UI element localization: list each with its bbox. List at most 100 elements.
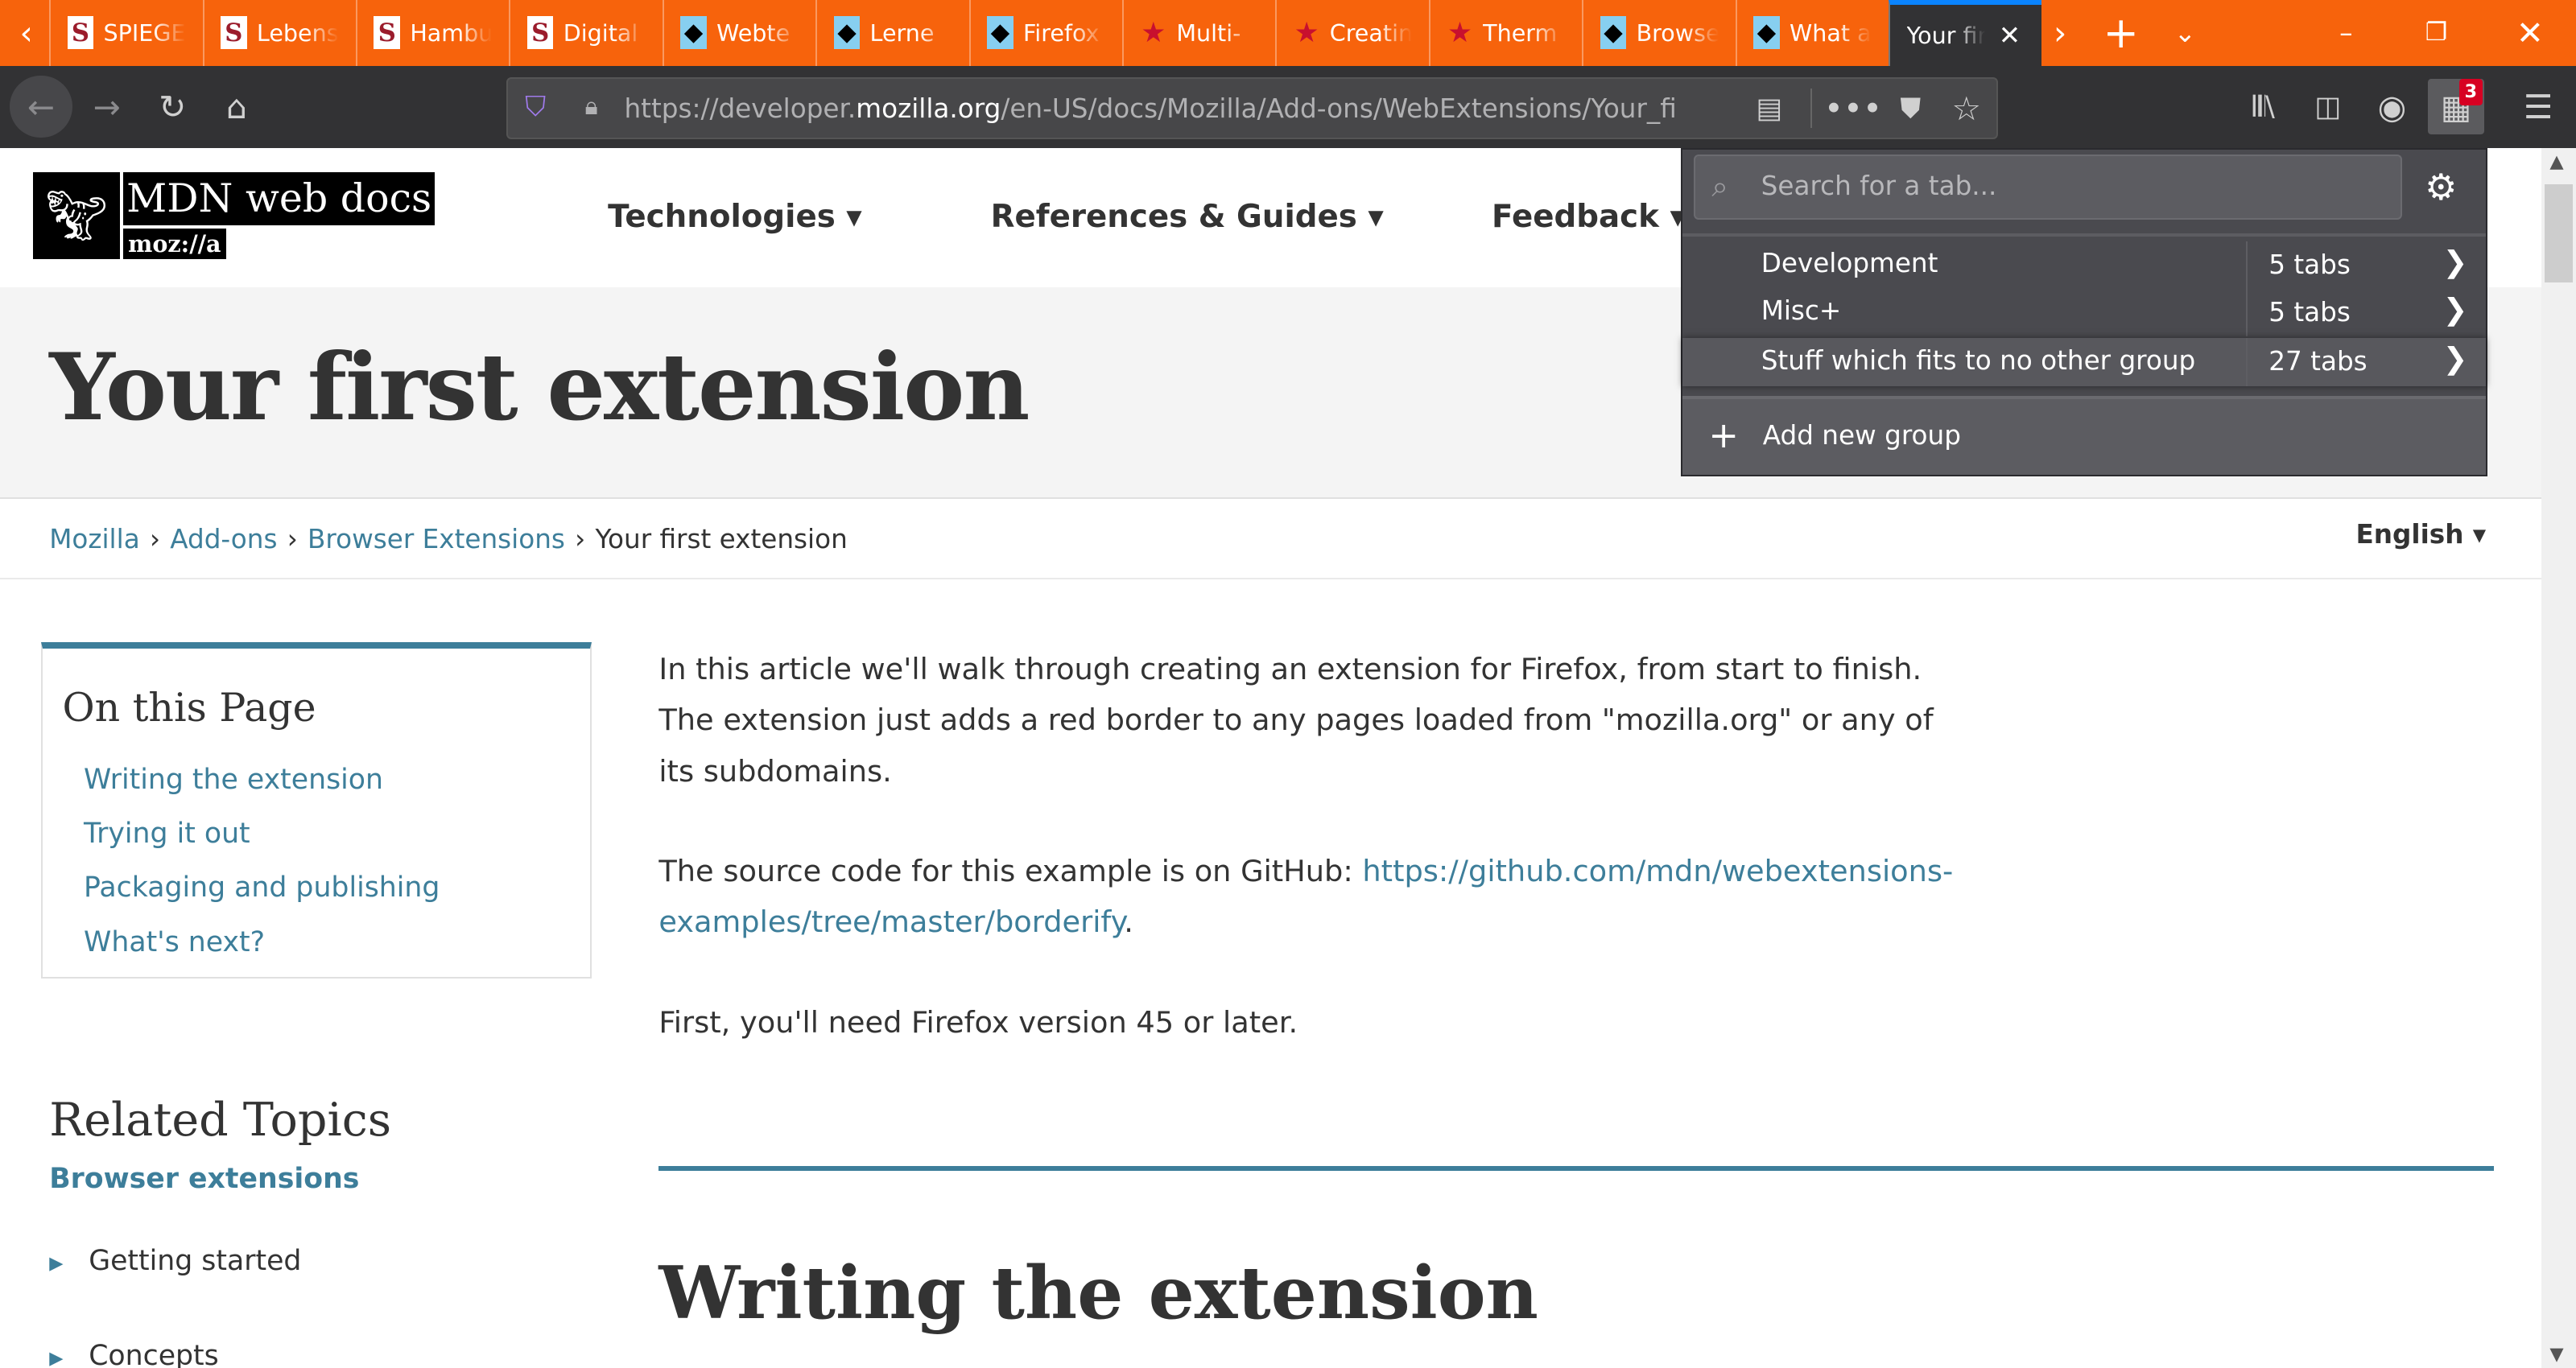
page-actions-icon[interactable]: •••	[1824, 89, 1882, 128]
page-scrollbar[interactable]: ▲ ▼	[2541, 147, 2576, 1368]
mozilla-wordmark: moz://a	[123, 228, 226, 260]
search-icon: ⌕	[1711, 169, 1728, 204]
mdn-icon: ◆	[1600, 16, 1627, 50]
chevron-right-icon[interactable]: ❯	[2443, 245, 2468, 279]
back-button[interactable]: ←	[10, 75, 72, 138]
related-item-getting-started[interactable]: Getting started	[89, 1245, 301, 1277]
browser-tab[interactable]: ◆ Lerne	[815, 0, 968, 66]
tab-title: Lebens	[256, 19, 339, 47]
navigation-toolbar: ← → ↻ ⌂ ⛉ 🔒︎ https://developer.mozilla.o…	[0, 65, 2576, 148]
browser-tab[interactable]: ★ Multi-	[1122, 0, 1275, 66]
star-icon: ★	[1294, 16, 1319, 49]
section-divider	[658, 1165, 2494, 1171]
spiegel-icon: S	[374, 16, 401, 50]
url-text[interactable]: https://developer.mozilla.org/en-US/docs…	[624, 93, 1675, 124]
tab-bar: ‹ S SPIEGEL S Lebens S Hambu S Digital ◆ Webte ◆ Le…	[0, 0, 2576, 66]
group-name: Stuff which fits to no other group	[1761, 344, 2196, 376]
browser-window: ‹ S SPIEGEL S Lebens S Hambu S Digital ◆ Webte ◆ Le…	[0, 0, 2576, 1368]
scrollbar-thumb[interactable]	[2545, 183, 2573, 282]
breadcrumb-mozilla[interactable]: Mozilla	[49, 524, 139, 554]
reader-view-icon[interactable]: ▤	[1749, 89, 1789, 128]
section-heading: Writing the extension	[658, 1251, 1538, 1337]
browser-tab[interactable]: S Digital	[509, 0, 662, 66]
new-tab-button[interactable]: +	[2099, 0, 2142, 66]
chevron-right-icon[interactable]: ❯	[2443, 341, 2468, 376]
close-tab-icon[interactable]: ✕	[1999, 20, 2021, 51]
tab-title: Therm	[1483, 19, 1558, 47]
nav-feedback[interactable]: Feedback ▾	[1492, 199, 1686, 235]
related-browser-extensions-link[interactable]: Browser extensions	[49, 1163, 359, 1195]
browser-tab[interactable]: ★ Creatin	[1275, 0, 1428, 66]
add-new-group-label: Add new group	[1762, 420, 1961, 451]
group-item-misc[interactable]: Misc+ 5 tabs ❯	[1682, 289, 2486, 337]
group-item-development[interactable]: Development 5 tabs ❯	[1682, 241, 2486, 290]
period: .	[1124, 904, 1133, 940]
language-selector[interactable]: English ▾	[2356, 519, 2487, 550]
bookmark-star-icon[interactable]: ☆	[1946, 89, 1986, 128]
scroll-tabs-left-icon[interactable]: ‹	[8, 0, 44, 66]
group-tab-count: 27 tabs	[2245, 338, 2368, 386]
nav-references-guides[interactable]: References & Guides ▾	[991, 199, 1384, 235]
reload-button[interactable]: ↻	[151, 85, 194, 128]
toc-link[interactable]: Trying it out	[84, 818, 250, 850]
account-icon[interactable]: ◉	[2372, 85, 2412, 128]
star-icon: ★	[1447, 16, 1473, 49]
mdn-logo[interactable]: 🦖︎ MDN web docs moz://a	[32, 172, 436, 260]
tab-search-box[interactable]: ⌕	[1694, 154, 2402, 220]
breadcrumb-browser-extensions[interactable]: Browser Extensions	[308, 524, 565, 554]
scroll-down-icon[interactable]: ▼	[2549, 1344, 2563, 1365]
toc-link[interactable]: Writing the extension	[84, 764, 383, 796]
browser-tab[interactable]: ◆ Webte	[662, 0, 815, 66]
mdn-icon: ◆	[680, 16, 707, 50]
home-button[interactable]: ⌂	[215, 85, 258, 128]
browser-tab[interactable]: Your fir ✕	[1889, 0, 2041, 66]
restore-button[interactable]: ❐	[2412, 0, 2461, 66]
chevron-right-icon[interactable]: ❯	[2443, 292, 2468, 327]
star-icon: ★	[1141, 16, 1166, 49]
settings-gear-icon[interactable]: ⚙	[2425, 166, 2457, 208]
group-tab-count: 5 tabs	[2245, 289, 2351, 337]
tracking-protection-shield-icon[interactable]: ⛉	[518, 89, 554, 125]
tab-groups-badge: 3	[2459, 78, 2483, 105]
tab-search-input[interactable]	[1757, 169, 2389, 204]
tab-title: Lerne	[869, 19, 935, 47]
scroll-tabs-right-icon[interactable]: ›	[2042, 0, 2079, 66]
minimize-button[interactable]: –	[2322, 0, 2371, 66]
forward-button[interactable]: →	[85, 85, 128, 128]
browser-tab[interactable]: ★ Therm	[1428, 0, 1582, 66]
nav-technologies[interactable]: Technologies ▾	[608, 199, 862, 235]
tab-groups-popup: ⌕ ⚙ Development 5 tabs ❯ Misc+ 5 tabs ❯ …	[1680, 147, 2487, 476]
scroll-up-icon[interactable]: ▲	[2549, 151, 2563, 172]
toc-link[interactable]: Packaging and publishing	[84, 871, 440, 904]
group-item-stuff[interactable]: Stuff which fits to no other group 27 ta…	[1682, 338, 2486, 386]
group-tab-count: 5 tabs	[2245, 241, 2351, 290]
sidebar-icon[interactable]: ◫	[2308, 85, 2347, 128]
close-window-button[interactable]: ✕	[2505, 0, 2554, 66]
browser-tab[interactable]: ◆ What a	[1735, 0, 1889, 66]
browser-tab[interactable]: S SPIEGEL	[49, 0, 202, 66]
tab-title: Multi-	[1176, 19, 1241, 47]
tab-list-chevron-down-icon[interactable]: ⌄	[2165, 0, 2205, 66]
menu-hamburger-icon[interactable]: ☰	[2517, 85, 2560, 128]
expand-triangle-icon[interactable]: ▶	[49, 1253, 63, 1274]
browser-tab[interactable]: S Hambu	[356, 0, 509, 66]
url-bar[interactable]: ⛉ 🔒︎ https://developer.mozilla.org/en-US…	[506, 76, 1998, 140]
spiegel-icon: S	[67, 16, 94, 50]
browser-tab[interactable]: S Lebens	[202, 0, 356, 66]
on-this-page-box: On this Page Writing the extension Tryin…	[41, 641, 592, 979]
related-topics-heading: Related Topics	[49, 1094, 392, 1148]
breadcrumb-add-ons[interactable]: Add-ons	[170, 524, 277, 554]
library-icon[interactable]: 𝄃𝄃\	[2244, 85, 2284, 128]
expand-triangle-icon[interactable]: ▶	[49, 1348, 63, 1368]
related-item-concepts[interactable]: Concepts	[89, 1340, 219, 1368]
pocket-icon[interactable]: ⛊	[1891, 89, 1930, 128]
lock-icon[interactable]: 🔒︎	[573, 89, 609, 125]
toc-link[interactable]: What's next?	[84, 926, 265, 958]
tab-title: Webte	[716, 19, 791, 47]
tab-title: Browse	[1636, 19, 1719, 47]
add-new-group-button[interactable]: + Add new group	[1682, 398, 2486, 475]
spiegel-icon: S	[526, 16, 554, 50]
browser-tab[interactable]: ◆ Firefox	[968, 0, 1122, 66]
browser-tab[interactable]: ◆ Browse	[1582, 0, 1735, 66]
group-name: Development	[1761, 248, 1938, 279]
